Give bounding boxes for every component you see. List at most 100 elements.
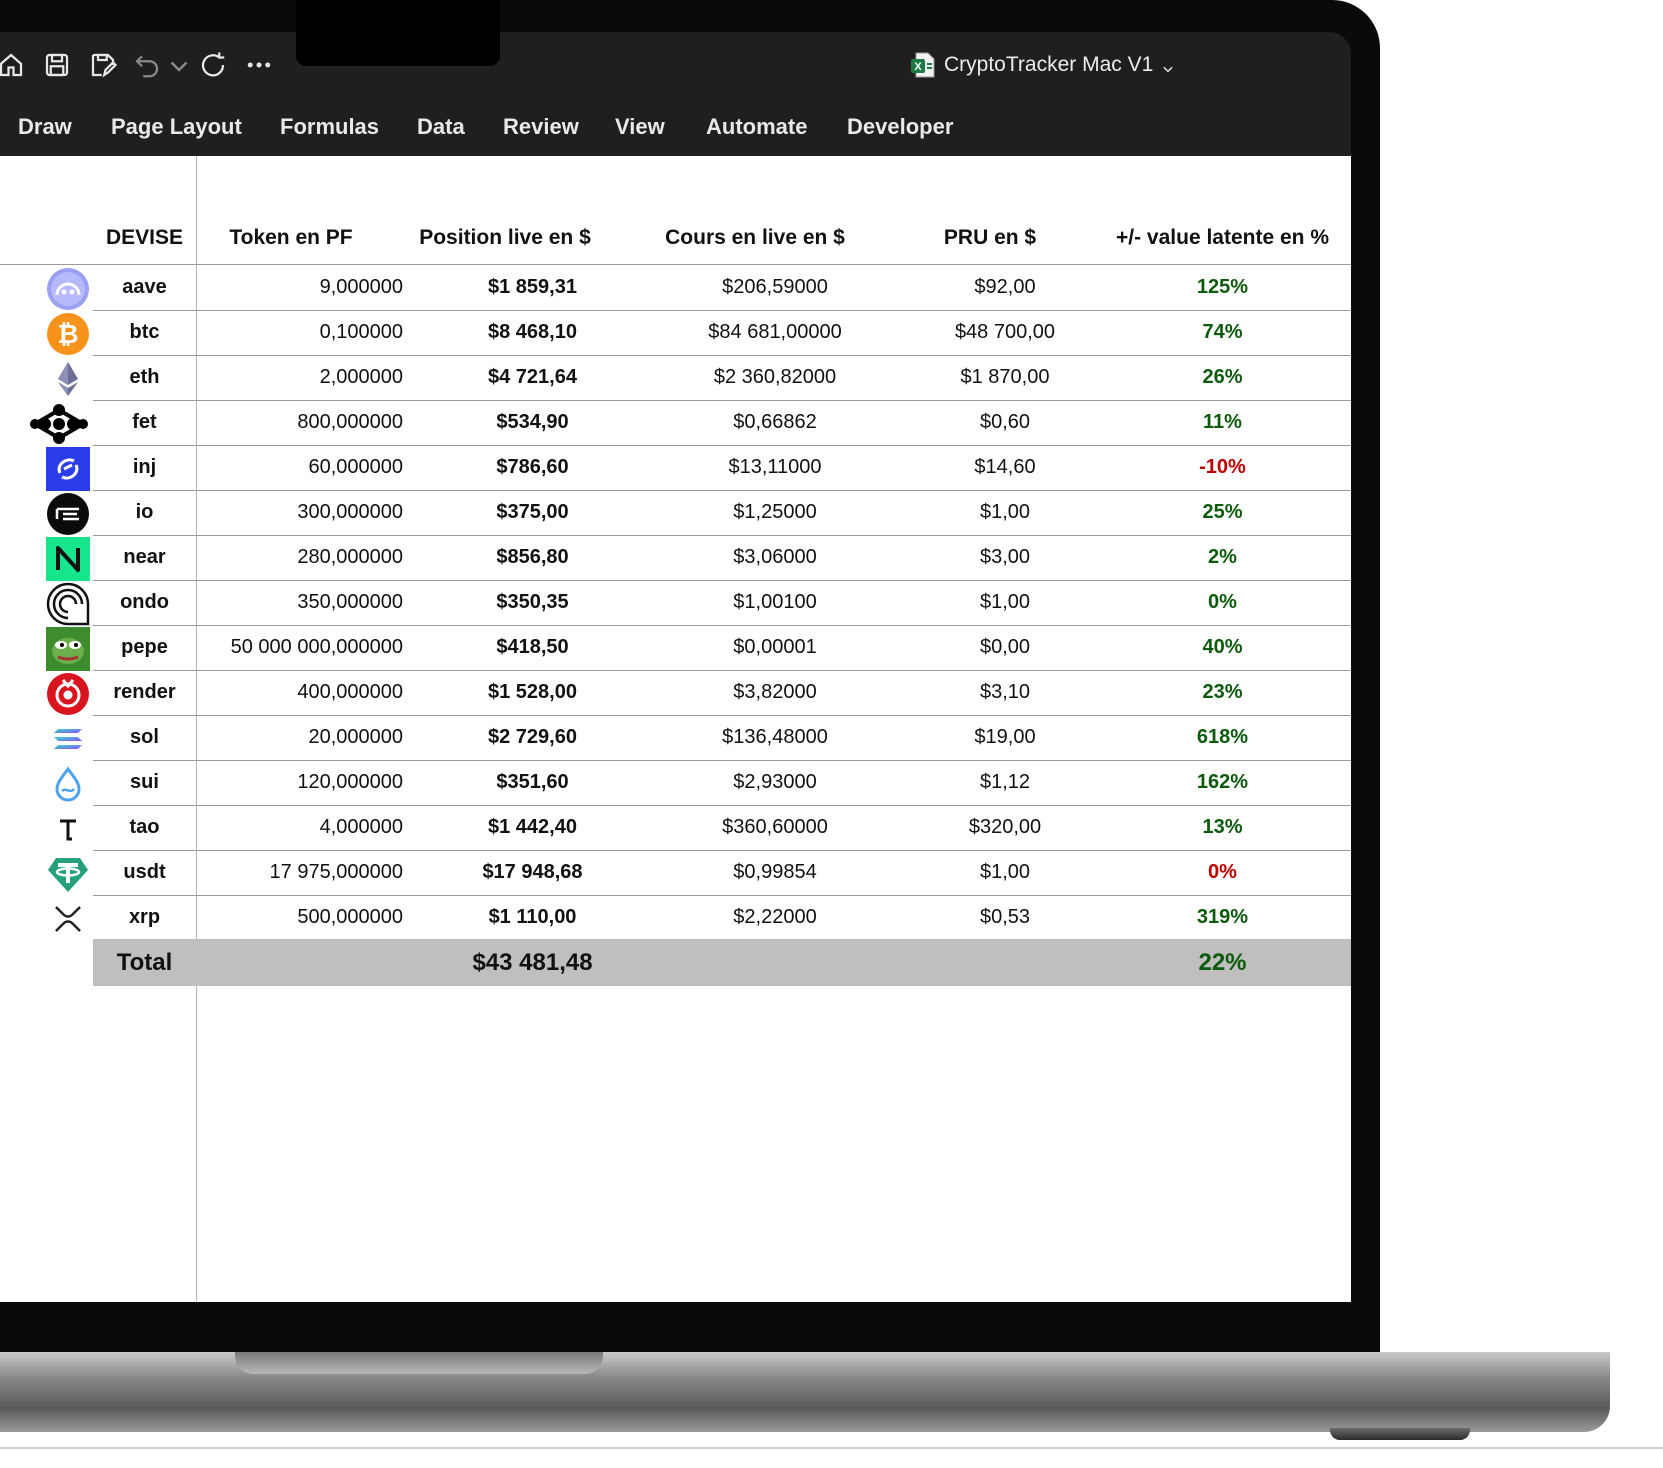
table-row[interactable]: usdt 17 975,000000 $17 948,68 $0,99854 $… (0, 849, 1351, 896)
cell-token[interactable]: 60,000000 (196, 444, 403, 491)
cell-pct[interactable]: 13% (1110, 804, 1335, 851)
cell-devise[interactable]: tao (93, 804, 196, 851)
cell-cours[interactable]: $206,59000 (660, 264, 890, 311)
table-row[interactable]: ₿ btc 0,100000 $8 468,10 $84 681,00000 $… (0, 309, 1351, 356)
cell-cours[interactable]: $136,48000 (660, 714, 890, 761)
cell-token[interactable]: 400,000000 (196, 669, 403, 716)
cell-cours[interactable]: $0,99854 (660, 849, 890, 896)
cell-token[interactable]: 0,100000 (196, 309, 403, 356)
cell-cours[interactable]: $3,82000 (660, 669, 890, 716)
cell-pru[interactable]: $48 700,00 (905, 309, 1105, 356)
cell-pru[interactable]: $3,10 (905, 669, 1105, 716)
total-row[interactable]: Total $43 481,48 22% (93, 939, 1351, 986)
cell-position[interactable]: $2 729,60 (425, 714, 640, 761)
cell-cours[interactable]: $84 681,00000 (660, 309, 890, 356)
document-title[interactable]: X CryptoTracker Mac V1 (910, 48, 1175, 82)
cell-pct[interactable]: 125% (1110, 264, 1335, 311)
cell-pct[interactable]: 319% (1110, 894, 1335, 941)
header-devise[interactable]: DEVISE (93, 226, 196, 250)
cell-token[interactable]: 17 975,000000 (196, 849, 403, 896)
cell-devise[interactable]: sui (93, 759, 196, 806)
cell-token[interactable]: 500,000000 (196, 894, 403, 941)
cell-cours[interactable]: $1,00100 (660, 579, 890, 626)
cell-cours[interactable]: $2,22000 (660, 894, 890, 941)
cell-position[interactable]: $350,35 (425, 579, 640, 626)
cell-token[interactable]: 800,000000 (196, 399, 403, 446)
cell-pct[interactable]: 23% (1110, 669, 1335, 716)
cell-position[interactable]: $17 948,68 (425, 849, 640, 896)
cell-pct[interactable]: 162% (1110, 759, 1335, 806)
table-row[interactable]: fet 800,000000 $534,90 $0,66862 $0,60 11… (0, 399, 1351, 446)
cell-token[interactable]: 4,000000 (196, 804, 403, 851)
cell-cours[interactable]: $0,00001 (660, 624, 890, 671)
cell-pru[interactable]: $0,60 (905, 399, 1105, 446)
cell-position[interactable]: $418,50 (425, 624, 640, 671)
cell-devise[interactable]: io (93, 489, 196, 536)
cell-devise[interactable]: xrp (93, 894, 196, 941)
cell-pru[interactable]: $1,00 (905, 579, 1105, 626)
cell-pct[interactable]: 0% (1110, 849, 1335, 896)
save-icon[interactable] (42, 50, 72, 80)
table-row[interactable]: render 400,000000 $1 528,00 $3,82000 $3,… (0, 669, 1351, 716)
table-row[interactable]: tao 4,000000 $1 442,40 $360,60000 $320,0… (0, 804, 1351, 851)
total-label[interactable]: Total (93, 939, 196, 986)
tab-developer[interactable]: Developer (847, 114, 953, 140)
table-row[interactable]: io 300,000000 $375,00 $1,25000 $1,00 25% (0, 489, 1351, 536)
cell-devise[interactable]: eth (93, 354, 196, 401)
cell-pru[interactable]: $3,00 (905, 534, 1105, 581)
cell-position[interactable]: $351,60 (425, 759, 640, 806)
cell-token[interactable]: 9,000000 (196, 264, 403, 311)
cell-pru[interactable]: $14,60 (905, 444, 1105, 491)
cell-devise[interactable]: render (93, 669, 196, 716)
cell-pct[interactable]: 2% (1110, 534, 1335, 581)
table-row[interactable]: eth 2,000000 $4 721,64 $2 360,82000 $1 8… (0, 354, 1351, 401)
cell-cours[interactable]: $2,93000 (660, 759, 890, 806)
home-icon[interactable] (0, 50, 26, 80)
cell-token[interactable]: 280,000000 (196, 534, 403, 581)
tab-page-layout[interactable]: Page Layout (111, 114, 242, 140)
tab-data[interactable]: Data (417, 114, 465, 140)
cell-position[interactable]: $1 442,40 (425, 804, 640, 851)
total-position[interactable]: $43 481,48 (425, 939, 640, 986)
undo-dropdown-chevron-icon[interactable] (164, 50, 188, 80)
cell-cours[interactable]: $0,66862 (660, 399, 890, 446)
table-row[interactable]: xrp 500,000000 $1 110,00 $2,22000 $0,53 … (0, 894, 1351, 941)
cell-position[interactable]: $375,00 (425, 489, 640, 536)
table-row[interactable]: near 280,000000 $856,80 $3,06000 $3,00 2… (0, 534, 1351, 581)
cell-pct[interactable]: 25% (1110, 489, 1335, 536)
cell-position[interactable]: $534,90 (425, 399, 640, 446)
header-pru[interactable]: PRU en $ (890, 226, 1090, 250)
cell-token[interactable]: 300,000000 (196, 489, 403, 536)
cell-pru[interactable]: $19,00 (905, 714, 1105, 761)
cell-devise[interactable]: usdt (93, 849, 196, 896)
table-row[interactable]: ondo 350,000000 $350,35 $1,00100 $1,00 0… (0, 579, 1351, 626)
cell-pru[interactable]: $320,00 (905, 804, 1105, 851)
cell-token[interactable]: 50 000 000,000000 (196, 624, 403, 671)
title-chevron-down-icon[interactable] (1161, 58, 1175, 73)
cell-cours[interactable]: $360,60000 (660, 804, 890, 851)
spreadsheet-grid[interactable]: DEVISE Token en PF Position live en $ Co… (0, 156, 1351, 1302)
more-options-icon[interactable] (244, 50, 274, 80)
cell-pru[interactable]: $1,00 (905, 849, 1105, 896)
undo-icon[interactable] (132, 50, 162, 80)
cell-devise[interactable]: aave (93, 264, 196, 311)
cell-pru[interactable]: $0,53 (905, 894, 1105, 941)
cell-devise[interactable]: fet (93, 399, 196, 446)
cell-token[interactable]: 350,000000 (196, 579, 403, 626)
cell-pct[interactable]: 618% (1110, 714, 1335, 761)
cell-position[interactable]: $8 468,10 (425, 309, 640, 356)
cell-position[interactable]: $1 859,31 (425, 264, 640, 311)
cell-token[interactable]: 20,000000 (196, 714, 403, 761)
cell-devise[interactable]: near (93, 534, 196, 581)
cell-position[interactable]: $786,60 (425, 444, 640, 491)
table-row[interactable]: pepe 50 000 000,000000 $418,50 $0,00001 … (0, 624, 1351, 671)
cell-devise[interactable]: ondo (93, 579, 196, 626)
table-row[interactable]: inj 60,000000 $786,60 $13,11000 $14,60 -… (0, 444, 1351, 491)
cell-token[interactable]: 120,000000 (196, 759, 403, 806)
header-token[interactable]: Token en PF (196, 226, 386, 250)
cell-devise[interactable]: btc (93, 309, 196, 356)
cell-position[interactable]: $856,80 (425, 534, 640, 581)
table-row[interactable]: aave 9,000000 $1 859,31 $206,59000 $92,0… (0, 264, 1351, 311)
cell-pru[interactable]: $1 870,00 (905, 354, 1105, 401)
header-position[interactable]: Position live en $ (405, 226, 605, 250)
